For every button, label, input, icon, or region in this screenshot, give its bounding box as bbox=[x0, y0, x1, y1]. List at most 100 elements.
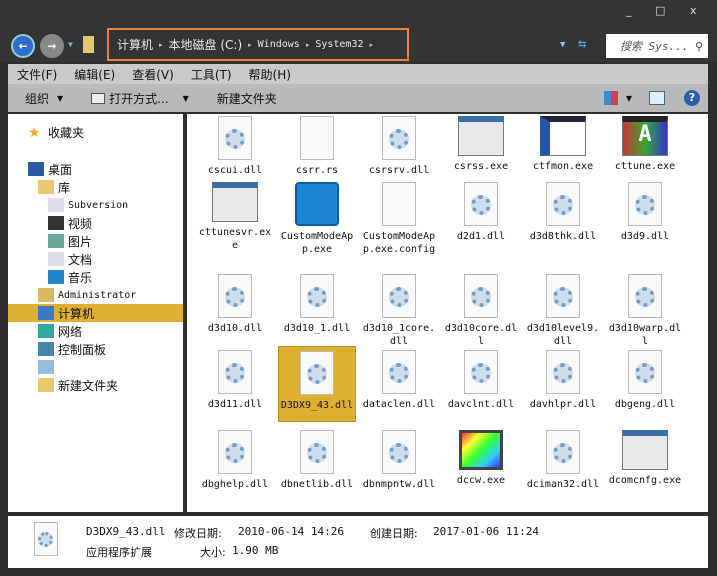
menu-file[interactable]: 文件(F) bbox=[17, 66, 57, 83]
file-name: d3d10_1core.dll bbox=[362, 323, 436, 347]
menu-view[interactable]: 查看(V) bbox=[132, 66, 174, 83]
sidebar-item-label: 收藏夹 bbox=[48, 125, 85, 140]
file-item[interactable]: d3d9.dll bbox=[606, 182, 684, 243]
file-item[interactable]: dcomcnfg.exe bbox=[606, 430, 684, 487]
sidebar-item-label: 图片 bbox=[68, 234, 93, 249]
menu-edit[interactable]: 编辑(E) bbox=[74, 66, 115, 83]
dll-file-icon bbox=[300, 274, 334, 318]
open-with-button[interactable]: 打开方式... bbox=[109, 90, 168, 107]
file-item[interactable]: d3d10.dll bbox=[196, 274, 274, 335]
organize-button[interactable]: 组织 bbox=[25, 90, 49, 107]
sidebar-item-label: 文档 bbox=[68, 252, 93, 267]
file-name: csrr.rs bbox=[295, 165, 339, 176]
sidebar-item-label: 计算机 bbox=[58, 306, 95, 321]
sidebar-item-label: 桌面 bbox=[48, 162, 73, 177]
file-item[interactable]: dccw.exe bbox=[442, 430, 520, 487]
sidebar-item[interactable] bbox=[38, 358, 58, 376]
file-item[interactable]: dbnetlib.dll bbox=[278, 430, 356, 491]
sidebar-item-label: 视频 bbox=[68, 216, 93, 231]
file-item[interactable]: cttunesvr.exe bbox=[196, 182, 274, 252]
navigation-pane: ★ 收藏夹桌面库 Subversion 视频图片文档 音乐 Administrator 计算… bbox=[8, 114, 183, 512]
sidebar-item[interactable]: Subversion bbox=[48, 196, 128, 214]
recycle-bin-icon bbox=[38, 360, 54, 374]
sidebar-item[interactable]: 新建文件夹 bbox=[38, 376, 118, 394]
preview-pane-icon[interactable] bbox=[649, 91, 665, 105]
file-item[interactable]: dciman32.dll bbox=[524, 430, 602, 491]
file-item[interactable]: davhlpr.dll bbox=[524, 350, 602, 411]
breadcrumb-local-disk[interactable]: 本地磁盘 (C:) bbox=[169, 36, 243, 53]
search-input[interactable]: 搜索 Sys... ⚲ bbox=[606, 34, 708, 58]
sidebar-item[interactable]: 视频 bbox=[48, 214, 92, 232]
document-icon bbox=[48, 198, 64, 212]
ctfmon-pen-icon bbox=[540, 116, 586, 156]
refresh-icon[interactable]: ⇆ bbox=[578, 36, 586, 52]
file-item[interactable]: D3DX9_43.dll bbox=[278, 346, 356, 422]
file-item[interactable]: CustomModeApp.exe.config bbox=[360, 182, 438, 256]
sidebar-item-label: 库 bbox=[58, 180, 71, 195]
back-button[interactable]: ← bbox=[11, 34, 35, 58]
breadcrumb-windows[interactable]: Windows bbox=[258, 39, 300, 50]
sidebar-item[interactable]: 控制面板 bbox=[38, 340, 106, 358]
file-item[interactable]: ctfmon.exe bbox=[524, 116, 602, 173]
detail-created-label: 创建日期: bbox=[370, 527, 418, 540]
file-item[interactable]: cscui.dll bbox=[196, 116, 274, 177]
menu-help[interactable]: 帮助(H) bbox=[249, 66, 291, 83]
file-item[interactable]: Acttune.exe bbox=[606, 116, 684, 173]
application-window-icon bbox=[212, 182, 258, 222]
file-item[interactable]: d3d10_1.dll bbox=[278, 274, 356, 335]
view-options-icon[interactable] bbox=[603, 91, 618, 105]
dll-file-icon bbox=[34, 522, 58, 556]
file-item[interactable]: d3d8thk.dll bbox=[524, 182, 602, 243]
file-item[interactable]: dbgeng.dll bbox=[606, 350, 684, 411]
sidebar-item[interactable]: 库 bbox=[38, 178, 70, 196]
new-folder-button[interactable]: 新建文件夹 bbox=[217, 90, 277, 107]
file-item[interactable]: CustomModeApp.exe bbox=[278, 182, 356, 256]
address-dropdown-icon[interactable]: ▼ bbox=[560, 40, 565, 50]
forward-button[interactable]: → bbox=[40, 34, 64, 58]
file-name: davhlpr.dll bbox=[529, 399, 597, 410]
dll-file-icon bbox=[628, 274, 662, 318]
file-item[interactable]: dataclen.dll bbox=[360, 350, 438, 411]
file-name: d3d10_1.dll bbox=[283, 323, 351, 334]
sidebar-item[interactable]: 桌面 bbox=[28, 160, 72, 178]
search-icon[interactable]: ⚲ bbox=[695, 40, 703, 53]
file-item[interactable]: d3d10_1core.dll bbox=[360, 274, 438, 348]
file-item[interactable]: d3d10warp.dll bbox=[606, 274, 684, 348]
file-item[interactable]: d3d10core.dll bbox=[442, 274, 520, 348]
file-item[interactable]: csrr.rs bbox=[278, 116, 356, 177]
breadcrumb-system32[interactable]: System32 bbox=[315, 39, 363, 50]
history-dropdown-icon[interactable]: ▼ bbox=[68, 40, 73, 49]
sidebar-item[interactable]: 文档 bbox=[48, 250, 92, 268]
file-item[interactable]: d2d1.dll bbox=[442, 182, 520, 243]
close-button[interactable]: x bbox=[690, 4, 697, 17]
sidebar-item[interactable]: 计算机 bbox=[8, 304, 183, 322]
address-bar[interactable]: 计算机 ▸ 本地磁盘 (C:) ▸ Windows ▸ System32 ▸ bbox=[107, 28, 409, 61]
file-item[interactable]: d3d11.dll bbox=[196, 350, 274, 411]
file-item[interactable]: csrsrv.dll bbox=[360, 116, 438, 177]
music-icon bbox=[48, 270, 64, 284]
file-name: dcomcnfg.exe bbox=[608, 475, 682, 486]
minimize-button[interactable]: _ bbox=[626, 4, 632, 17]
sidebar-item[interactable]: ★ 收藏夹 bbox=[28, 123, 84, 141]
application-window-icon bbox=[622, 430, 668, 470]
breadcrumb-computer[interactable]: 计算机 bbox=[117, 36, 153, 53]
sidebar-item[interactable]: 网络 bbox=[38, 322, 82, 340]
file-item[interactable]: dbnmpntw.dll bbox=[360, 430, 438, 491]
sidebar-item[interactable]: 音乐 bbox=[48, 268, 92, 286]
maximize-button[interactable]: □ bbox=[655, 4, 665, 17]
dll-file-icon bbox=[218, 350, 252, 394]
file-item[interactable]: dbghelp.dll bbox=[196, 430, 274, 491]
dll-file-icon bbox=[546, 274, 580, 318]
sidebar-item[interactable]: 图片 bbox=[48, 232, 92, 250]
file-item[interactable]: csrss.exe bbox=[442, 116, 520, 173]
file-item[interactable]: d3d10level9.dll bbox=[524, 274, 602, 348]
file-name: d3d10.dll bbox=[207, 323, 263, 334]
intel-app-icon bbox=[295, 182, 339, 226]
sidebar-item-label: 新建文件夹 bbox=[58, 378, 119, 393]
menu-tools[interactable]: 工具(T) bbox=[191, 66, 232, 83]
file-item[interactable]: davclnt.dll bbox=[442, 350, 520, 411]
sidebar-item[interactable]: Administrator bbox=[38, 286, 136, 304]
help-icon[interactable]: ? bbox=[684, 90, 700, 106]
file-name: d3d10warp.dll bbox=[608, 323, 682, 347]
file-name: cttune.exe bbox=[614, 161, 676, 172]
